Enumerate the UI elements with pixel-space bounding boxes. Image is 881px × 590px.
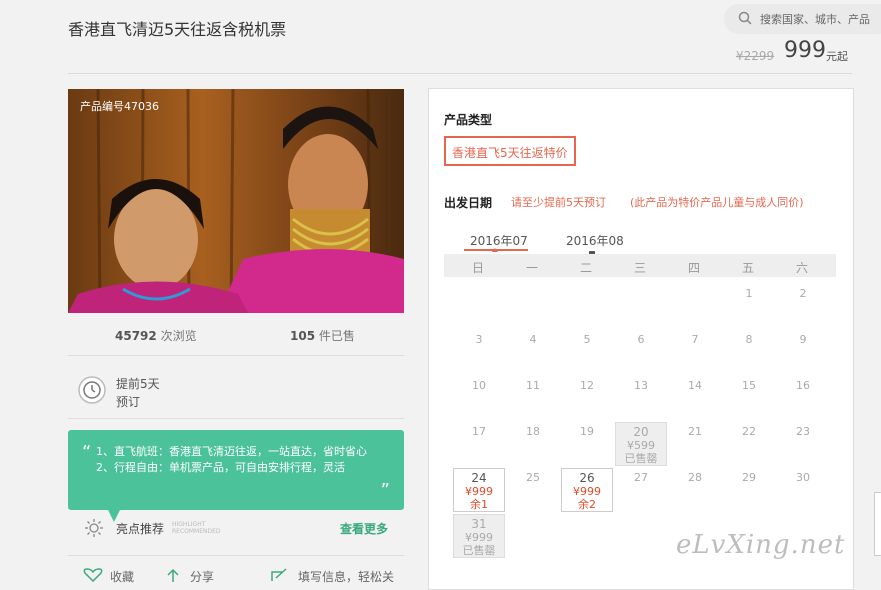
highlight-line-2: 2、行程自由：单机票产品，可自由安排行程，灵活 — [96, 461, 345, 474]
calendar-day: 23 — [796, 425, 810, 438]
original-price: ¥2299 — [736, 49, 775, 63]
favorite-button[interactable]: 收藏 — [110, 568, 134, 585]
calendar-day: 27 — [634, 471, 648, 484]
highlight-line-1: 1、直飞航班：香港直飞清迈往返，一站直达，省时省心 — [96, 445, 367, 458]
calendar-day: 17 — [472, 425, 486, 438]
highlight-label: 亮点推荐 — [116, 522, 165, 536]
advance-booking-line2: 预订 — [116, 395, 141, 409]
product-photo — [68, 89, 404, 313]
calendar-day: 1 — [745, 287, 753, 300]
weekday-mon: 一 — [525, 261, 538, 275]
calendar-day: 28 — [688, 471, 702, 484]
weekday-thu: 四 — [687, 261, 700, 275]
calendar-cell-20: 20 ¥599 已售罄 — [615, 422, 667, 466]
product-type-heading: 产品类型 — [444, 113, 493, 127]
weekday-tue: 二 — [579, 261, 592, 275]
fill-info-button[interactable]: 填写信息，轻松关 — [298, 568, 394, 585]
open-quote-icon: “ — [82, 442, 92, 463]
heart-icon[interactable] — [82, 568, 104, 582]
advance-booking-line1: 提前5天 — [116, 377, 160, 391]
product-id-label: 产品编号47036 — [80, 100, 159, 113]
calendar-day: 19 — [580, 425, 594, 438]
sold-count-value: 105 — [290, 329, 316, 343]
weekday-header: 日 一 二 三 四 五 六 — [444, 254, 836, 277]
active-month-marker — [492, 248, 498, 252]
sold-count: 105 件已售 — [290, 327, 355, 344]
close-quote-icon: ” — [380, 480, 390, 501]
clock-icon — [78, 376, 106, 404]
view-count-value: 45792 — [115, 329, 157, 343]
calendar-cell-26[interactable]: 26 ¥999 余2 — [561, 468, 613, 512]
share-icon[interactable] — [164, 568, 182, 582]
sold-count-label: 件已售 — [318, 329, 355, 343]
price-notice: (此产品为特价产品儿童与成人同价) — [630, 196, 804, 209]
calendar-day: 18 — [526, 425, 540, 438]
calendar-day: 15 — [742, 379, 756, 392]
page-title: 香港直飞清迈5天往返含税机票 — [68, 20, 287, 39]
advance-notice: 请至少提前5天预订 — [511, 196, 606, 209]
header-divider — [68, 73, 852, 74]
divider — [68, 555, 404, 556]
weekday-fri: 五 — [741, 261, 754, 275]
calendar-day: 6 — [637, 333, 645, 346]
calendar-day: 21 — [688, 425, 702, 438]
product-type-option[interactable]: 香港直飞5天往返特价 — [444, 136, 576, 166]
weekday-sun: 日 — [471, 261, 484, 275]
search-input[interactable]: 搜索国家、城市、产品 — [760, 11, 870, 27]
calendar-day: 30 — [796, 471, 810, 484]
view-count: 45792 次浏览 — [115, 327, 197, 344]
calendar-cell-31: 31 ¥999 已售罄 — [453, 514, 505, 558]
calendar-day: 16 — [796, 379, 810, 392]
calendar-day: 29 — [742, 471, 756, 484]
calendar-day: 5 — [583, 333, 591, 346]
view-more-link[interactable]: 查看更多 — [340, 520, 388, 537]
highlight-text: 1、直飞航班：香港直飞清迈往返，一站直达，省时省心 2、行程自由：单机票产品，可… — [96, 444, 376, 496]
sale-price: 999 — [784, 38, 826, 63]
calendar-cell-24[interactable]: 24 ¥999 余1 — [453, 468, 505, 512]
calendar-day: 14 — [688, 379, 702, 392]
weekday-sat: 六 — [795, 261, 808, 275]
search-icon[interactable] — [738, 11, 752, 25]
calendar-day: 9 — [799, 333, 807, 346]
highlight-label-en: HIGHLIGHT RECOMMENDED — [172, 521, 221, 535]
calendar-day: 8 — [745, 333, 753, 346]
calendar-day: 12 — [580, 379, 594, 392]
view-count-label: 次浏览 — [160, 329, 197, 343]
watermark: eLvXing.net — [676, 530, 846, 560]
share-button[interactable]: 分享 — [190, 568, 214, 585]
scrollbar[interactable] — [874, 492, 881, 556]
price-unit: 元起 — [826, 50, 848, 63]
calendar-day: 22 — [742, 425, 756, 438]
sun-icon — [85, 519, 103, 537]
calendar-day: 11 — [526, 379, 540, 392]
highlight-box: “ 1、直飞航班：香港直飞清迈往返，一站直达，省时省心 2、行程自由：单机票产品… — [68, 430, 404, 510]
divider — [68, 355, 404, 356]
calendar-day: 7 — [691, 333, 699, 346]
edit-icon[interactable] — [270, 568, 290, 582]
tab-month-2016-08[interactable]: 2016年08 — [566, 232, 624, 249]
weekday-wed: 三 — [633, 261, 646, 275]
calendar-day: 10 — [472, 379, 486, 392]
divider — [68, 418, 404, 419]
calendar-day: 13 — [634, 379, 648, 392]
calendar-day: 2 — [799, 287, 807, 300]
calendar-day: 25 — [526, 471, 540, 484]
departure-date-heading: 出发日期 — [444, 196, 493, 210]
tab-month-2016-07[interactable]: 2016年07 — [470, 232, 528, 249]
calendar-day: 4 — [529, 333, 537, 346]
calendar-day: 3 — [475, 333, 483, 346]
